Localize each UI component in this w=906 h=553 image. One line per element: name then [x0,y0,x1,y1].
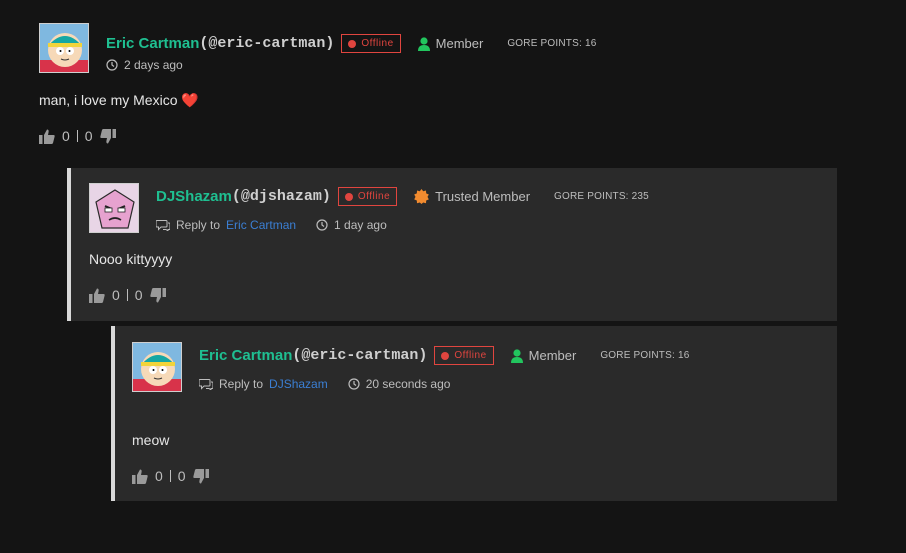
role-label: Member [528,348,577,363]
username[interactable]: DJShazam [156,188,232,205]
reply-to-link[interactable]: Eric Cartman [226,218,296,232]
clock-icon [106,59,118,71]
user-role: Member [417,36,484,51]
user-icon [510,348,523,363]
reply-comment: DJShazam (@djshazam) Offline Trusted Mem… [67,168,837,321]
status-dot-icon [441,351,450,360]
comment-meta: 2 days ago [106,58,183,72]
vote-controls: 0 0 [132,468,209,484]
timestamp: 1 day ago [334,218,387,232]
user-role: Trusted Member [414,189,530,204]
status-badge: Offline [337,187,398,206]
user-icon [417,36,430,51]
status-dot-icon [344,192,353,201]
divider [169,470,171,482]
avatar[interactable] [39,23,89,73]
thumbs-up-icon[interactable] [132,469,148,484]
vote-controls: 0 0 [39,128,116,144]
status-badge: Offline [434,346,494,365]
status-label: Offline [357,191,391,202]
comment-body: meow [132,432,170,448]
thumbs-down-icon[interactable] [149,287,166,303]
upvote-count: 0 [155,468,163,484]
reply-label: Reply to [219,377,264,391]
status-label: Offline [361,38,394,49]
comment-header: Eric Cartman (@eric-cartman) Offline Mem… [199,346,689,365]
comment-header: Eric Cartman (@eric-cartman) Offline Mem… [106,34,596,53]
downvote-count: 0 [84,128,93,144]
upvote-count: 0 [112,287,120,303]
reply-icon [199,379,213,390]
status-badge: Offline [341,34,401,53]
divider [126,289,128,301]
thumbs-down-icon[interactable] [99,128,116,144]
comment: Eric Cartman (@eric-cartman) Offline Mem… [0,0,906,160]
downvote-count: 0 [134,287,143,303]
clock-icon [348,378,360,390]
timestamp: 20 seconds ago [365,377,451,391]
comment-body: man, i love my Mexico ❤️ [39,92,199,108]
thumbs-up-icon[interactable] [39,129,55,144]
avatar[interactable] [132,342,182,392]
user-role: Member [510,348,577,363]
comment-body: Nooo kittyyyy [89,251,173,267]
divider [76,130,78,142]
thumbs-down-icon[interactable] [192,468,209,484]
gore-points: GORE POINTS: 16 [600,350,690,361]
badge-icon [414,189,429,204]
status-label: Offline [454,350,487,361]
comment-meta: Reply to DJShazam 20 seconds ago [199,377,450,391]
vote-controls: 0 0 [89,287,166,303]
comment-header: DJShazam (@djshazam) Offline Trusted Mem… [156,187,649,206]
reply-comment: Eric Cartman (@eric-cartman) Offline Mem… [111,326,837,501]
thumbs-up-icon[interactable] [89,288,105,303]
username[interactable]: Eric Cartman [199,347,292,364]
comment-meta: Reply to Eric Cartman 1 day ago [156,218,387,232]
user-handle: (@eric-cartman) [292,347,428,364]
username[interactable]: Eric Cartman [106,35,199,52]
avatar[interactable] [89,183,139,233]
gore-points: GORE POINTS: 235 [554,191,649,202]
reply-to-link[interactable]: DJShazam [269,377,328,391]
user-handle: (@djshazam) [231,188,331,205]
role-label: Member [435,36,484,51]
status-dot-icon [348,39,357,48]
reply-label: Reply to [176,218,221,232]
reply-icon [156,220,170,231]
clock-icon [316,219,328,231]
timestamp: 2 days ago [124,58,183,72]
role-label: Trusted Member [435,189,531,204]
gore-points: GORE POINTS: 16 [507,38,597,49]
user-handle: (@eric-cartman) [199,35,335,52]
downvote-count: 0 [177,468,186,484]
upvote-count: 0 [62,128,70,144]
